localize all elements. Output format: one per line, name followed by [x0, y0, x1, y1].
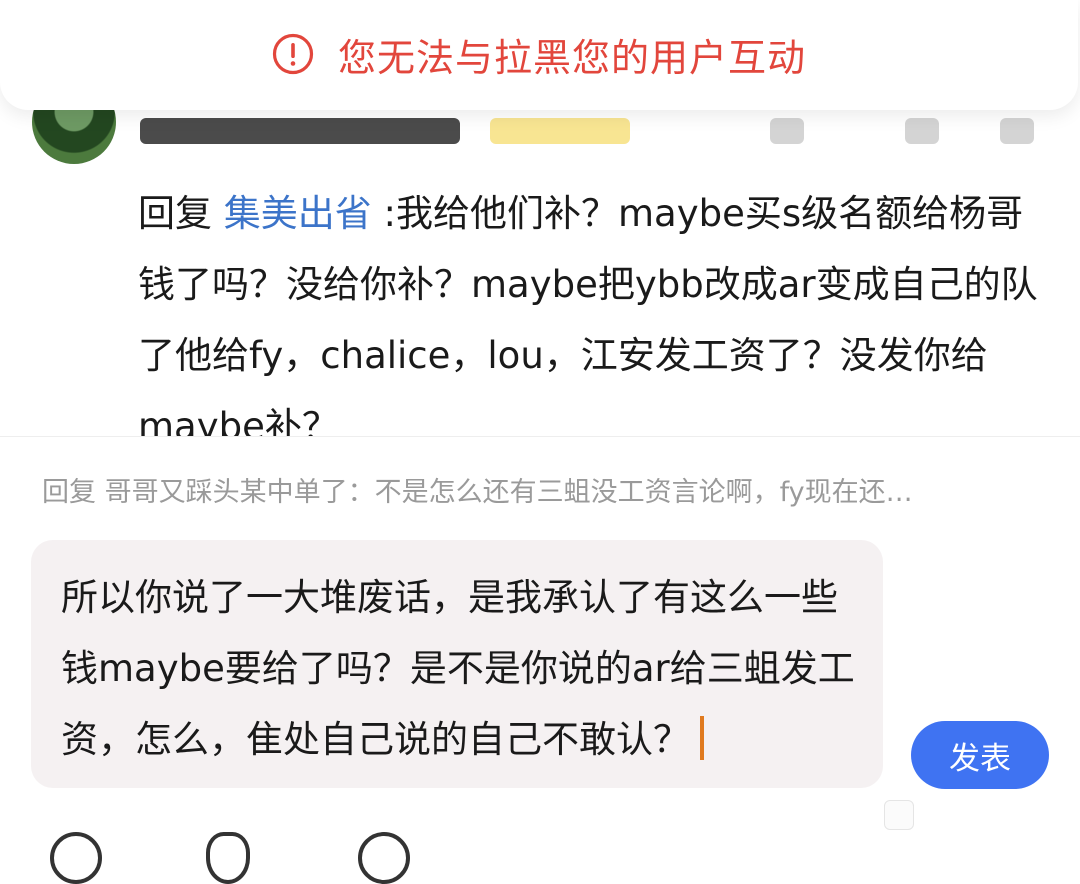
text-caret	[700, 716, 704, 760]
warning-icon	[272, 33, 314, 75]
username	[140, 118, 460, 144]
reply-target-hint: 回复 哥哥又踩头某中单了：不是怎么还有三蛆没工资言论啊，fy现在还…	[42, 477, 913, 508]
reply-input[interactable]: 所以你说了一大堆废话，是我承认了有这么一些钱maybe要给了吗？是不是你说的ar…	[31, 540, 883, 788]
block-toast: 您无法与拉黑您的用户互动	[0, 0, 1078, 110]
comment-icon	[770, 118, 804, 144]
send-button[interactable]: 发表	[911, 721, 1049, 789]
mention-icon[interactable]	[206, 832, 250, 884]
avatar[interactable]	[32, 110, 116, 164]
reply-input-value: 所以你说了一大堆废话，是我承认了有这么一些钱maybe要给了吗？是不是你说的ar…	[61, 576, 855, 761]
divider	[0, 436, 1080, 437]
like-icon	[905, 118, 939, 144]
reply-input-text[interactable]: 所以你说了一大堆废话，是我承认了有这么一些钱maybe要给了吗？是不是你说的ar…	[61, 562, 861, 775]
reply-prefix: 回复	[138, 192, 212, 235]
topic-icon[interactable]	[358, 832, 410, 884]
more-icon	[1000, 118, 1034, 144]
comment-item: 回复 集美出省 :我给他们补？maybe买s级名额给杨哥钱了吗？没给你补？may…	[0, 110, 1080, 437]
level-badge	[490, 118, 630, 144]
comment-body: 回复 集美出省 :我给他们补？maybe买s级名额给杨哥钱了吗？没给你补？may…	[138, 178, 1053, 437]
mention-link[interactable]: 集美出省	[224, 192, 372, 235]
image-icon[interactable]	[884, 800, 914, 830]
emoji-icon[interactable]	[50, 832, 102, 884]
toast-message: 您无法与拉黑您的用户互动	[337, 35, 806, 80]
